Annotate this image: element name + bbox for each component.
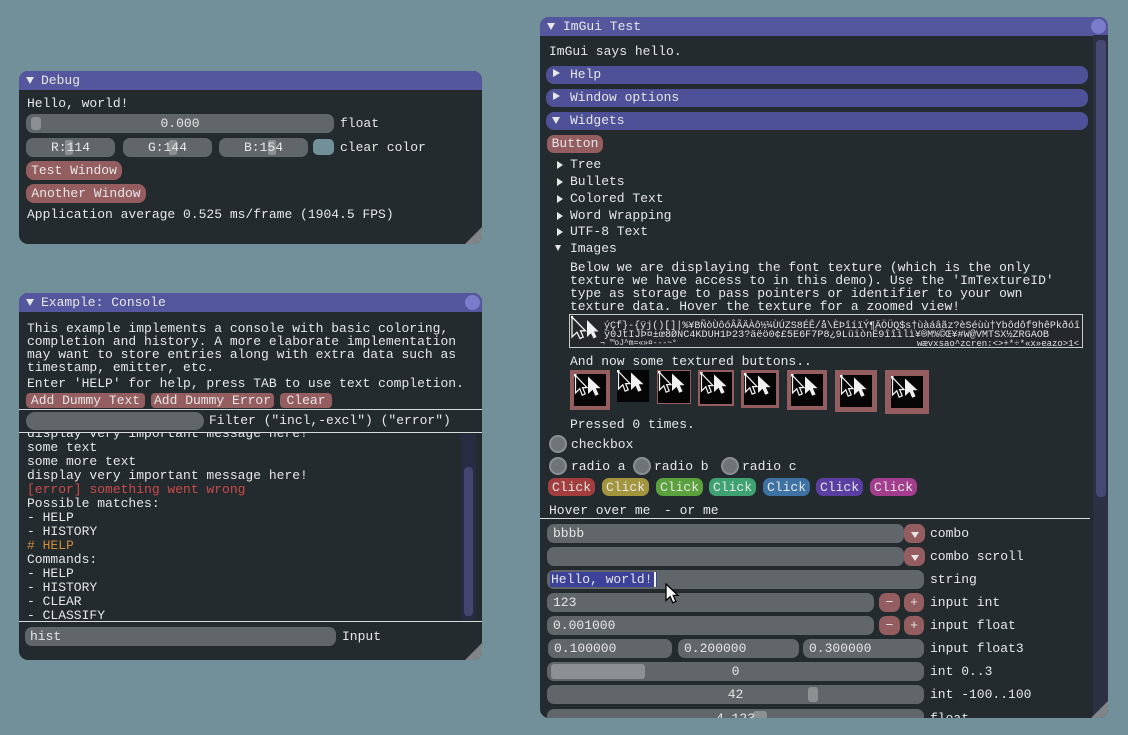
svg-text:wævxsao^zcren:<>+*÷*«x»eazo>1<: wævxsao^zcren:<>+*÷*«x»eazo>1<	[917, 339, 1079, 347]
svg-text:¬ ™oJ^m=«»¤---~°: ¬ ™oJ^m=«»¤---~°	[600, 339, 677, 347]
